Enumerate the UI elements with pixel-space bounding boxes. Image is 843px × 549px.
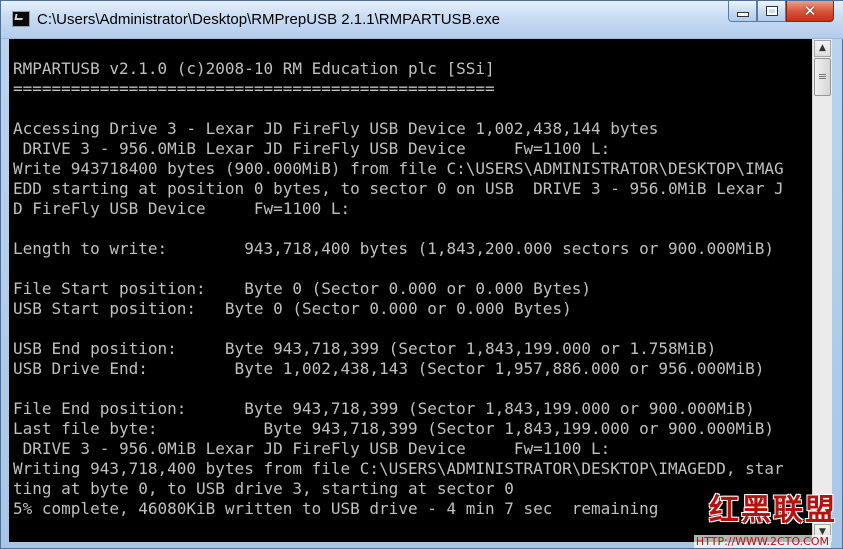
close-button[interactable]: ✕ — [786, 1, 834, 22]
console-output-area[interactable]: RMPARTUSB v2.1.0 (c)2008-10 RM Education… — [9, 39, 812, 542]
caption-buttons: ✕ — [728, 1, 834, 22]
window-title: C:\Users\Administrator\Desktop\RMPrepUSB… — [37, 11, 500, 28]
scrollbar-thumb[interactable] — [814, 58, 831, 96]
console-line: USB Start position: Byte 0 (Sector 0.000… — [13, 299, 572, 318]
console-line: EDD starting at position 0 bytes, to sec… — [13, 179, 784, 198]
title-bar[interactable]: C:\Users\Administrator\Desktop\RMPrepUSB… — [1, 1, 843, 39]
console-line: Last file byte: Byte 943,718,399 (Sector… — [13, 419, 774, 438]
console-line: DRIVE 3 - 956.0MiB Lexar JD FireFly USB … — [13, 139, 611, 158]
console-window: C:\Users\Administrator\Desktop\RMPrepUSB… — [0, 0, 843, 549]
console-line: RMPARTUSB v2.1.0 (c)2008-10 RM Education… — [13, 59, 495, 78]
console-app-icon[interactable] — [12, 11, 30, 27]
console-text: RMPARTUSB v2.1.0 (c)2008-10 RM Education… — [13, 59, 784, 519]
console-line: USB Drive End: Byte 1,002,438,143 (Secto… — [13, 359, 765, 378]
minimize-button[interactable] — [728, 1, 757, 22]
watermark-url: HTTP://WWW.2CTO.COM — [693, 535, 831, 548]
console-line: Length to write: 943,718,400 bytes (1,84… — [13, 239, 774, 258]
scrollbar-grip-icon — [819, 74, 826, 75]
console-line: DRIVE 3 - 956.0MiB Lexar JD FireFly USB … — [13, 439, 611, 458]
console-line: File Start position: Byte 0 (Sector 0.00… — [13, 279, 591, 298]
close-icon: ✕ — [803, 1, 817, 20]
console-line: ting at byte 0, to USB drive 3, starting… — [13, 479, 514, 498]
console-line: Write 943718400 bytes (900.000MiB) from … — [13, 159, 784, 178]
console-line: ========================================… — [13, 79, 495, 98]
scroll-up-button[interactable]: ▲ — [814, 40, 831, 57]
scroll-up-arrow-icon: ▲ — [819, 43, 826, 53]
watermark-logo: 红黑联盟 — [709, 493, 837, 528]
console-line: Writing 943,718,400 bytes from file C:\U… — [13, 459, 784, 478]
console-line: USB End position: Byte 943,718,399 (Sect… — [13, 339, 717, 358]
minimize-icon — [736, 11, 749, 17]
maximize-button[interactable] — [757, 1, 786, 22]
console-line: D FireFly USB Device Fw=1100 L: — [13, 199, 351, 218]
console-line: File End position: Byte 943,718,399 (Sec… — [13, 399, 755, 418]
console-line: 5% complete, 46080KiB written to USB dri… — [13, 499, 659, 518]
maximize-icon — [765, 6, 778, 16]
console-line: Accessing Drive 3 - Lexar JD FireFly USB… — [13, 119, 659, 138]
vertical-scrollbar[interactable]: ▲ ▼ — [812, 39, 832, 542]
